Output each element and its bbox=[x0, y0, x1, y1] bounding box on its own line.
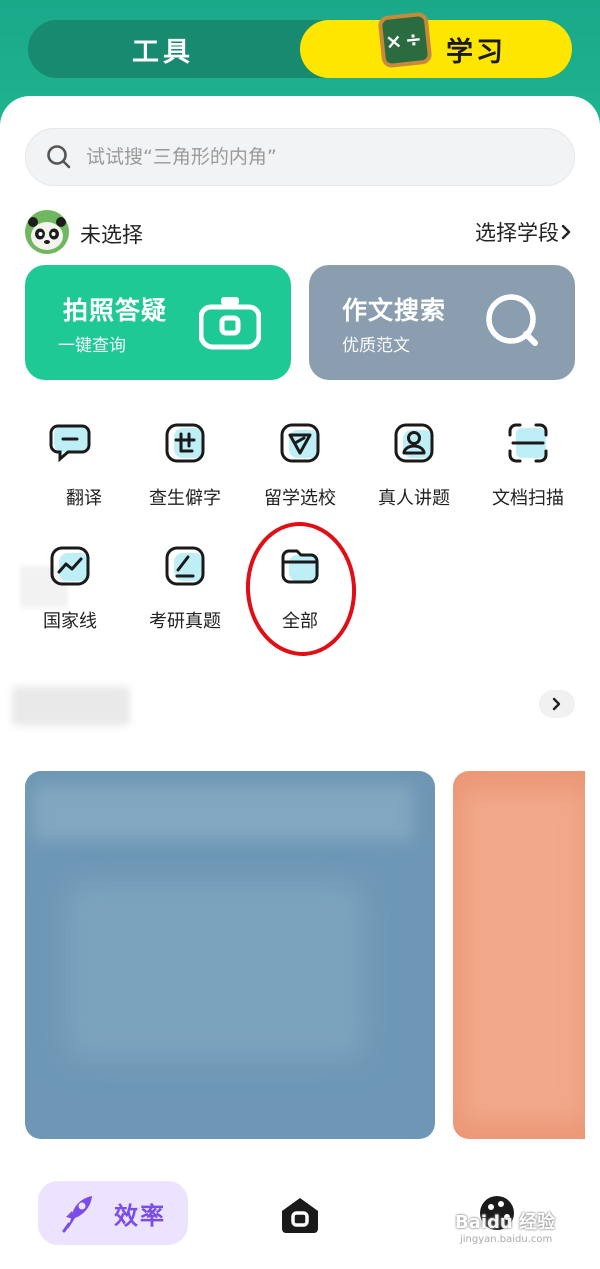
edit-note-icon bbox=[165, 546, 205, 586]
select-stage-label: 选择学段 bbox=[475, 221, 559, 245]
photo-answer-subtitle: 一键查询 bbox=[58, 336, 126, 356]
tool-exam-papers-label: 考研真题 bbox=[149, 611, 221, 632]
blurred-banner-content bbox=[463, 791, 583, 1121]
person-icon bbox=[394, 423, 434, 463]
avatar[interactable] bbox=[25, 210, 69, 254]
tool-national-line[interactable]: 国家线 bbox=[13, 545, 127, 645]
scan-icon bbox=[508, 423, 548, 463]
watermark-text: Baidu 经验 bbox=[455, 1212, 556, 1233]
tool-tutor-label: 真人讲题 bbox=[378, 488, 450, 509]
nav-efficiency-label: 效率 bbox=[114, 1201, 166, 1230]
tool-study-abroad[interactable]: 留学选校 bbox=[243, 422, 357, 522]
mode-switch: 工具 ×÷ 学习 bbox=[28, 11, 572, 78]
watermark-url: jingyan.baidu.com bbox=[460, 1234, 553, 1245]
blurred-banner-content bbox=[65, 881, 365, 1061]
tool-study-abroad-label: 留学选校 bbox=[264, 488, 336, 509]
banner-card-orange[interactable] bbox=[453, 771, 585, 1139]
tool-translate-label: 翻译 bbox=[66, 488, 102, 509]
search-input[interactable] bbox=[86, 146, 526, 168]
search-bar[interactable] bbox=[25, 128, 575, 186]
stage-row: 未选择 选择学段 bbox=[25, 210, 575, 256]
tool-translate[interactable]: 翻译 bbox=[13, 422, 127, 522]
chevron-right-icon bbox=[552, 697, 561, 711]
rocket-icon bbox=[62, 1196, 92, 1233]
search-icon bbox=[47, 145, 71, 169]
send-plane-icon bbox=[280, 423, 320, 463]
tool-national-line-label: 国家线 bbox=[43, 611, 97, 632]
tool-rare-char[interactable]: 查生僻字 bbox=[128, 422, 242, 522]
tab-study-label: 学习 bbox=[446, 36, 506, 68]
essay-search-title: 作文搜索 bbox=[342, 296, 447, 325]
tool-exam-papers[interactable]: 考研真题 bbox=[128, 545, 242, 645]
trend-line-icon bbox=[50, 546, 90, 586]
tool-doc-scan-label: 文档扫描 bbox=[492, 488, 564, 509]
chat-bubble-icon bbox=[49, 424, 91, 463]
chevron-right-icon bbox=[561, 224, 571, 240]
section-header bbox=[12, 686, 575, 728]
bottom-nav: 效率 Baidu 经验 jingyan.baidu.com bbox=[0, 1158, 600, 1269]
stage-current-label: 未选择 bbox=[80, 223, 143, 247]
char-lookup-icon bbox=[165, 423, 205, 463]
blackboard-icon: ×÷ bbox=[377, 11, 433, 69]
section-more-button[interactable] bbox=[539, 690, 575, 718]
photo-answer-card[interactable]: 拍照答疑 一键查询 bbox=[25, 265, 291, 380]
panda-avatar-icon bbox=[25, 210, 69, 254]
camera-icon bbox=[199, 297, 261, 350]
tab-study[interactable]: ×÷ 学习 bbox=[300, 11, 572, 78]
tab-tool[interactable]: 工具 bbox=[28, 20, 298, 78]
main-sheet: 未选择 选择学段 拍照答疑 一键查询 作文搜索 优质范文 翻译 bbox=[0, 96, 600, 1269]
home-camera-icon bbox=[282, 1198, 318, 1233]
blurred-banner-content bbox=[33, 785, 413, 841]
essay-search-subtitle: 优质范文 bbox=[342, 336, 410, 356]
tool-rare-char-label: 查生僻字 bbox=[149, 488, 221, 509]
essay-search-card[interactable]: 作文搜索 优质范文 bbox=[309, 265, 575, 380]
select-stage-button[interactable]: 选择学段 bbox=[475, 217, 573, 247]
banner-card-blue[interactable] bbox=[25, 771, 435, 1139]
nav-efficiency[interactable]: 效率 bbox=[38, 1181, 188, 1245]
nav-home[interactable] bbox=[278, 1195, 322, 1239]
search-magnifier-icon bbox=[486, 294, 538, 346]
photo-answer-title: 拍照答疑 bbox=[63, 296, 168, 325]
tool-tutor[interactable]: 真人讲题 bbox=[357, 422, 471, 522]
tool-doc-scan[interactable]: 文档扫描 bbox=[471, 422, 585, 522]
blurred-section-title bbox=[12, 686, 130, 726]
